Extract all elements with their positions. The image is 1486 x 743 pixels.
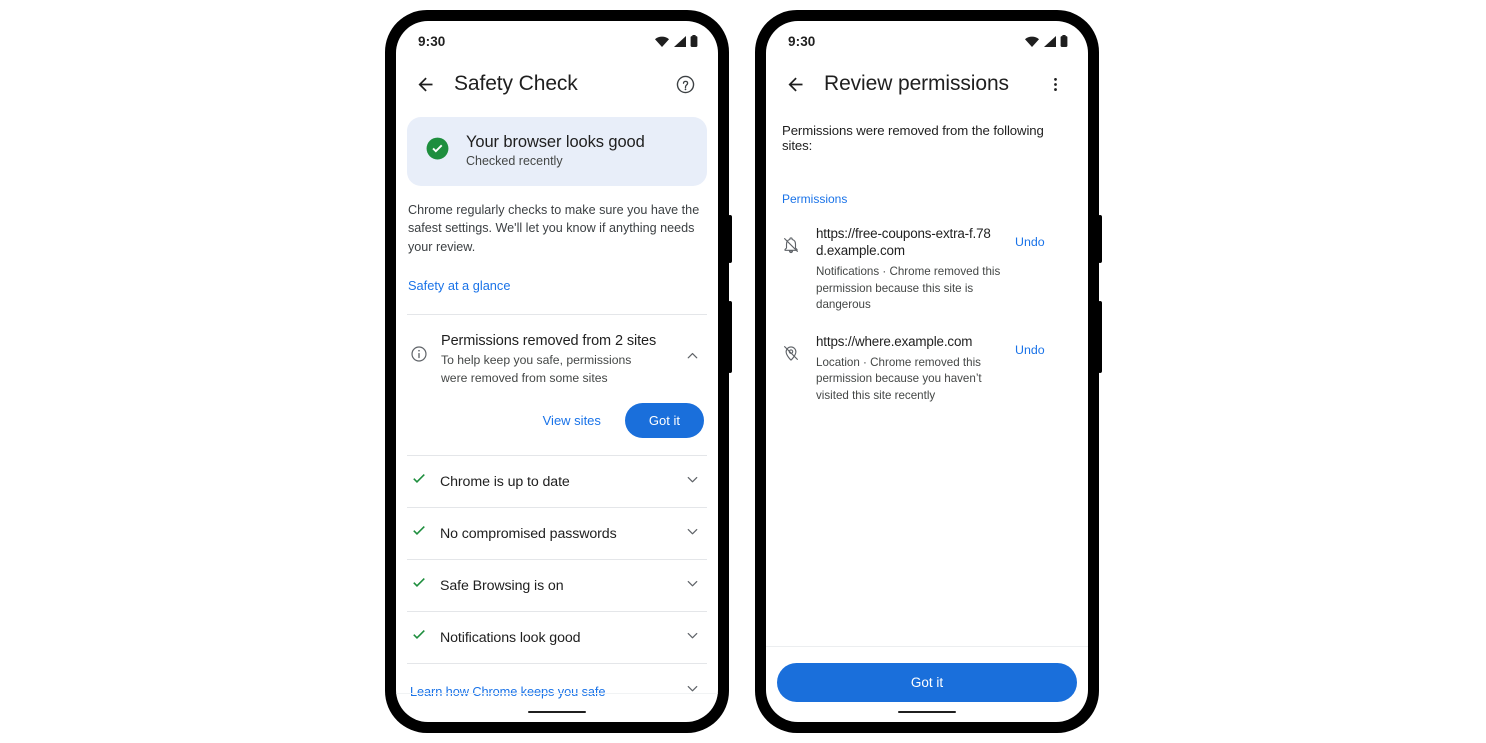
check-row-no-compromised-passwords[interactable]: No compromised passwords	[407, 507, 707, 559]
chevron-down-icon	[687, 476, 698, 483]
phone-volume-button-left[interactable]	[728, 301, 732, 373]
check-row-chrome-up-to-date[interactable]: Chrome is up to date	[407, 455, 707, 507]
got-it-button[interactable]: Got it	[624, 403, 704, 439]
phone-device-left: 9:30 Safety Check Your browser looks goo…	[385, 10, 732, 733]
overflow-menu-button[interactable]	[1040, 69, 1070, 99]
site-info: https://where.example.com Location · Chr…	[816, 333, 1001, 405]
check-row-label: Chrome is up to date	[440, 473, 570, 490]
signal-icon	[1044, 35, 1056, 47]
battery-icon	[690, 35, 698, 47]
status-bar-left: 9:30	[396, 21, 718, 57]
app-bar-right: Review permissions	[766, 57, 1088, 111]
check-row-label: Safe Browsing is on	[440, 577, 564, 594]
permissions-removed-title: Permissions removed from 2 sites	[441, 332, 657, 349]
check-row-label: No compromised passwords	[440, 525, 617, 542]
site-description: Location · Chrome removed this permissio…	[816, 355, 982, 403]
site-url: https://free-coupons-extra-f.78d.example…	[816, 226, 991, 259]
permissions-section-label: Permissions	[782, 192, 848, 206]
location-off-icon	[782, 344, 802, 367]
permissions-removed-item[interactable]: Permissions removed from 2 sites To help…	[407, 315, 707, 388]
page-title: Safety Check	[454, 72, 578, 95]
chevron-up-icon	[687, 352, 698, 359]
expand-button[interactable]	[684, 627, 701, 649]
review-intro-text: Permissions were removed from the follow…	[782, 123, 1044, 153]
back-button[interactable]	[410, 69, 440, 99]
view-sites-button[interactable]: View sites	[529, 405, 615, 436]
permissions-action-row: View sites Got it	[407, 387, 707, 455]
home-indicator[interactable]	[528, 710, 586, 713]
phone-device-right: 9:30 Review permissions Permissions were…	[755, 10, 1102, 733]
phone-screen-right: 9:30 Review permissions Permissions were…	[766, 21, 1088, 722]
site-url: https://where.example.com	[816, 334, 973, 350]
chevron-down-icon	[687, 632, 698, 639]
collapse-button[interactable]	[684, 347, 701, 369]
browser-status-title: Your browser looks good	[466, 133, 645, 151]
permissions-removed-subtitle: To help keep you safe, permissions were …	[441, 352, 632, 385]
expand-button[interactable]	[684, 471, 701, 493]
battery-icon	[1060, 35, 1068, 47]
back-button[interactable]	[780, 69, 810, 99]
more-vertical-icon	[1053, 77, 1057, 91]
permissions-removed-text: Permissions removed from 2 sites To help…	[441, 333, 671, 388]
home-indicator[interactable]	[898, 710, 956, 713]
screen-bottom-divider	[396, 693, 718, 694]
learn-row-label: Learn how Chrome keeps you safe	[410, 683, 606, 699]
chevron-down-icon	[687, 580, 698, 587]
check-row-notifications[interactable]: Notifications look good	[407, 611, 707, 663]
help-circle-icon	[676, 75, 694, 93]
expand-button[interactable]	[684, 523, 701, 545]
phone-screen-left: 9:30 Safety Check Your browser looks goo…	[396, 21, 718, 722]
signal-icon	[674, 35, 686, 47]
browser-status-subtitle: Checked recently	[466, 154, 563, 168]
phone-volume-button-right[interactable]	[1098, 301, 1102, 373]
wifi-icon	[1025, 36, 1039, 47]
app-bar-left: Safety Check	[396, 57, 718, 111]
help-button[interactable]	[670, 69, 700, 99]
page-title: Review permissions	[824, 72, 1009, 95]
check-icon	[410, 626, 440, 649]
chevron-down-icon	[687, 686, 698, 692]
phone-power-button-right[interactable]	[1098, 215, 1102, 263]
safety-at-a-glance-link[interactable]: Safety at a glance	[408, 278, 706, 293]
site-row-notifications[interactable]: https://free-coupons-extra-f.78d.example…	[780, 206, 1074, 314]
wifi-icon	[655, 36, 669, 47]
check-icon	[410, 574, 440, 597]
check-row-label: Notifications look good	[440, 629, 581, 646]
chevron-down-icon	[687, 528, 698, 535]
expand-button[interactable]	[684, 575, 701, 597]
arrow-left-icon	[788, 77, 802, 91]
status-icon-group	[1025, 35, 1068, 47]
status-time: 9:30	[788, 33, 816, 49]
expand-button[interactable]	[684, 680, 701, 702]
got-it-button[interactable]: Got it	[777, 663, 1077, 702]
site-info: https://free-coupons-extra-f.78d.example…	[816, 225, 1001, 314]
notifications-off-icon	[782, 236, 802, 259]
site-row-location[interactable]: https://where.example.com Location · Chr…	[780, 314, 1074, 405]
check-circle-icon	[425, 136, 450, 166]
undo-button[interactable]: Undo	[1015, 235, 1045, 249]
status-bar-right: 9:30	[766, 21, 1088, 57]
phone-power-button-left[interactable]	[728, 215, 732, 263]
browser-status-card: Your browser looks good Checked recently	[407, 117, 707, 186]
info-circle-icon	[410, 345, 428, 368]
check-icon	[410, 522, 440, 545]
browser-status-text: Your browser looks good Checked recently	[466, 133, 645, 168]
safety-check-body: Your browser looks good Checked recently…	[396, 117, 718, 718]
undo-button[interactable]: Undo	[1015, 343, 1045, 357]
site-description: Notifications · Chrome removed this perm…	[816, 264, 1001, 312]
status-time: 9:30	[418, 33, 446, 49]
status-icon-group	[655, 35, 698, 47]
check-row-safe-browsing[interactable]: Safe Browsing is on	[407, 559, 707, 611]
check-icon	[410, 470, 440, 493]
safety-check-description: Chrome regularly checks to make sure you…	[408, 203, 700, 254]
arrow-left-icon	[418, 77, 432, 91]
review-permissions-body: Permissions were removed from the follow…	[766, 111, 1088, 722]
